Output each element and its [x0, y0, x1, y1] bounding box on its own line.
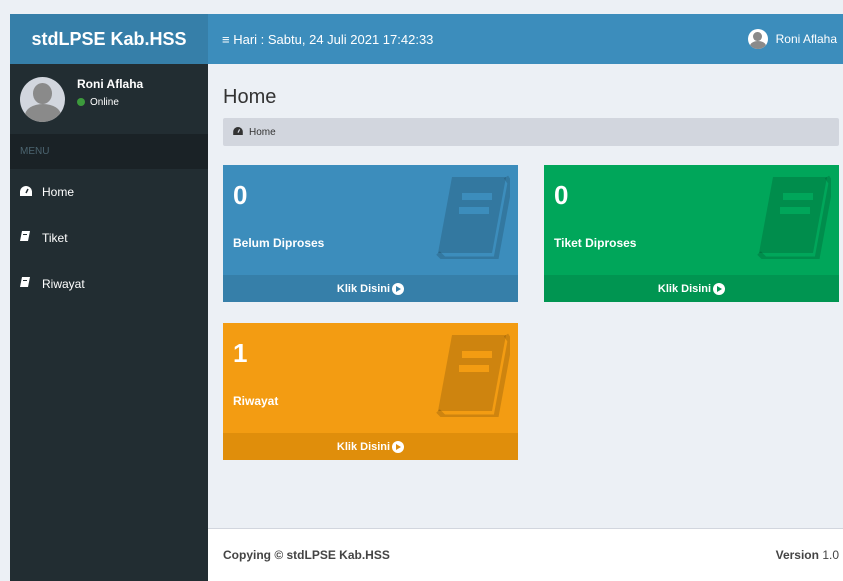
sidebar-item-tiket[interactable]: Tiket — [10, 215, 208, 261]
online-dot-icon — [77, 98, 85, 106]
sidebar-item-riwayat[interactable]: Riwayat — [10, 261, 208, 307]
book-icon — [20, 277, 34, 291]
dashboard-icon — [233, 126, 243, 138]
version-number: 1.0 — [822, 548, 839, 562]
book-icon — [436, 333, 510, 417]
sidebar-item-label: Home — [42, 185, 75, 199]
hamburger-menu-icon[interactable]: ≡ — [222, 32, 230, 47]
footer: Copying © stdLPSE Kab.HSS Version 1.0 — [208, 528, 843, 581]
info-box-riwayat: 1 Riwayat Klik Disini — [223, 323, 518, 460]
user-status: Online — [77, 97, 143, 108]
date-display[interactable]: ≡ Hari : Sabtu, 24 Juli 2021 17:42:33 — [222, 32, 748, 47]
sidebar: Roni Aflaha Online MENU Home Tiket Riway… — [10, 64, 208, 581]
footer-version: Version 1.0 — [776, 548, 839, 562]
sidebar-item-label: Riwayat — [42, 277, 85, 291]
info-box-tiket-diproses: 0 Tiket Diproses Klik Disini — [544, 165, 839, 302]
klik-disini-link[interactable]: Klik Disini — [544, 275, 839, 302]
breadcrumb: Home — [223, 118, 839, 146]
main-content: Home Home 0 Belum Diproses Klik Disini 0… — [208, 64, 843, 581]
box-label: Tiket Diproses — [554, 236, 637, 250]
arrow-circle-right-icon — [713, 282, 726, 295]
box-label: Riwayat — [233, 394, 279, 408]
klik-disini-link[interactable]: Klik Disini — [223, 433, 518, 460]
arrow-circle-right-icon — [392, 282, 405, 295]
book-icon — [757, 175, 831, 259]
page-title: Home — [223, 86, 277, 108]
info-box-belum-diproses: 0 Belum Diproses Klik Disini — [223, 165, 518, 302]
user-menu-name: Roni Aflaha — [775, 32, 837, 46]
status-text: Online — [90, 96, 119, 108]
dashboard-icon — [20, 185, 34, 199]
menu-header: MENU — [10, 134, 208, 169]
klik-disini-link[interactable]: Klik Disini — [223, 275, 518, 302]
sidebar-item-label: Tiket — [42, 231, 68, 245]
user-avatar-icon — [747, 29, 768, 49]
top-navbar: ≡ Hari : Sabtu, 24 Juli 2021 17:42:33 Ro… — [208, 14, 843, 64]
date-text: Hari : Sabtu, 24 Juli 2021 17:42:33 — [233, 31, 434, 47]
avatar — [20, 76, 65, 122]
breadcrumb-home[interactable]: Home — [249, 127, 276, 138]
book-icon — [436, 175, 510, 259]
version-label: Version — [775, 548, 819, 562]
box-count: 0 — [554, 180, 569, 210]
app-logo[interactable]: stdLPSE Kab.HSS — [10, 14, 208, 64]
user-name: Roni Aflaha — [77, 76, 144, 91]
box-label: Belum Diproses — [233, 236, 325, 250]
box-count: 1 — [233, 338, 248, 368]
book-icon — [20, 231, 34, 245]
sidebar-item-home[interactable]: Home — [10, 169, 208, 215]
user-panel: Roni Aflaha Online — [10, 64, 208, 134]
box-count: 0 — [233, 180, 248, 210]
arrow-circle-right-icon — [392, 440, 405, 453]
user-menu[interactable]: Roni Aflaha — [747, 29, 837, 49]
footer-copyright: Copying © stdLPSE Kab.HSS — [223, 548, 390, 562]
